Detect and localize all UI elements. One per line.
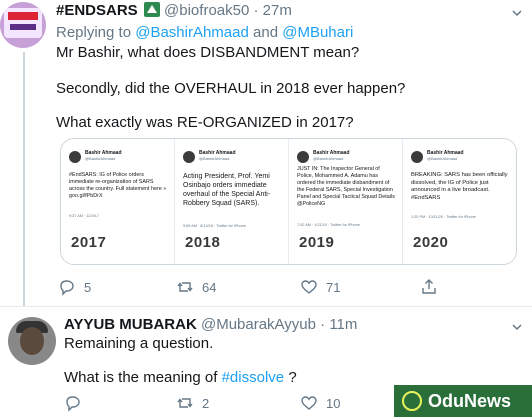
mention-link[interactable]: @BashirAhmaad	[135, 24, 249, 41]
card-meta: 1:20 PM · 10/11/20 · Twitter for iPhone	[411, 215, 476, 219]
card-body: JUST IN: The Inspector General of Police…	[297, 166, 395, 207]
heart-icon	[301, 280, 317, 294]
card-handle: @BashirAhmaad	[85, 156, 116, 161]
hashtag-link[interactable]: #dissolve	[222, 369, 285, 386]
tweet-text-line: What exactly was RE-ORGANIZED in 2017?	[56, 114, 354, 131]
tweet-text-line: Mr Bashir, what does DISBANDMENT mean?	[56, 44, 360, 61]
reply-context: Replying to @BashirAhmaad and @MBuhari	[56, 24, 353, 41]
screenshot-card-2019[interactable]: Bashir Ahmaad @BashirAhmaad JUST IN: The…	[289, 139, 402, 264]
card-handle: @BashirAhmaad	[199, 156, 230, 161]
year-label: 2018	[185, 234, 221, 251]
like-count: 10	[326, 395, 341, 411]
share-button[interactable]	[420, 278, 438, 296]
retweet-button[interactable]: 64	[176, 278, 216, 296]
reply-button[interactable]	[64, 394, 82, 412]
tweet-text-line: Remaining a question.	[64, 335, 214, 352]
avatar-detail	[8, 12, 38, 20]
year-label: 2020	[413, 234, 449, 251]
screenshot-card-2020[interactable]: Bashir Ahmaad @BashirAhmaad BREAKING: SA…	[403, 139, 516, 264]
retweet-count: 2	[202, 395, 210, 411]
avatar	[183, 151, 195, 163]
retweet-icon	[177, 282, 193, 292]
card-body: Acting President, Prof. Yemi Osinbajo or…	[183, 173, 271, 207]
card-meta: 9:37 AM · 12/4/17	[69, 214, 99, 218]
card-body: #EndSARS: IG of Police orders immediate …	[69, 172, 167, 199]
logo-icon	[402, 391, 422, 411]
reply-icon	[66, 396, 80, 412]
avatar-detail	[10, 24, 36, 30]
reply-button[interactable]: 5	[58, 278, 91, 296]
reply-prefix: Replying to	[56, 24, 132, 41]
screenshot-card-2017[interactable]: Bashir Ahmaad @BashirAhmaad #EndSARS: IG…	[61, 139, 174, 264]
retweet-count: 64	[202, 279, 217, 295]
like-count: 71	[326, 279, 341, 295]
card-meta: 7:52 AM · 1/21/19 · Twitter for iPhone	[297, 223, 360, 227]
avatar[interactable]	[0, 2, 46, 48]
text-fragment: What is the meaning of	[64, 369, 218, 386]
avatar	[297, 151, 309, 163]
watermark-text: OduNews	[428, 390, 512, 411]
thread-line	[23, 52, 25, 307]
tweet-header: #ENDSARS @biofroak50 · 27m	[56, 2, 292, 19]
retweet-icon	[177, 398, 193, 408]
tweet-header: AYYUB MUBARAK @MubarakAyyub · 11m	[64, 316, 357, 333]
handle[interactable]: @biofroak50	[164, 2, 249, 19]
mention-link[interactable]: @MBuhari	[282, 24, 353, 41]
handle[interactable]: @MubarakAyyub	[201, 316, 316, 333]
reply-count: 5	[84, 279, 92, 295]
tweet-text-line: What is the meaning of #dissolve ?	[64, 369, 297, 386]
avatar	[69, 151, 81, 163]
image-collage[interactable]: Bashir Ahmaad @BashirAhmaad #EndSARS: IG…	[60, 138, 517, 265]
card-body: BREAKING: SARS has been officially disso…	[411, 172, 508, 201]
avatar[interactable]	[8, 317, 56, 365]
heart-icon	[301, 396, 317, 410]
chevron-down-icon[interactable]	[512, 322, 522, 332]
screenshot-card-2018[interactable]: Bashir Ahmaad @BashirAhmaad Acting Presi…	[175, 139, 288, 264]
card-meta: 9:59 AM · 8/14/18 · Twitter for iPhone	[183, 224, 246, 228]
display-name[interactable]: #ENDSARS	[56, 2, 138, 19]
chevron-down-icon[interactable]	[512, 8, 522, 18]
text-fragment: ?	[288, 369, 297, 386]
retweet-button[interactable]: 2	[176, 394, 209, 412]
share-icon	[422, 279, 436, 294]
timestamp[interactable]: · 27m	[253, 2, 291, 19]
tweet-text-line: Secondly, did the OVERHAUL in 2018 ever …	[56, 80, 406, 97]
reply-and: and	[253, 24, 279, 41]
reply-icon	[60, 280, 74, 296]
avatar-image	[20, 327, 44, 355]
watermark-logo: OduNews	[394, 385, 532, 417]
tweet-endsars[interactable]: #ENDSARS @biofroak50 · 27m Replying to @…	[0, 0, 532, 307]
like-button[interactable]: 71	[300, 278, 340, 296]
year-label: 2017	[71, 234, 107, 251]
emoji-badge-icon	[143, 2, 160, 17]
card-handle: @BashirAhmaad	[427, 156, 458, 161]
year-label: 2019	[299, 234, 335, 251]
card-handle: @BashirAhmaad	[313, 156, 344, 161]
like-button[interactable]: 10	[300, 394, 340, 412]
avatar	[411, 151, 423, 163]
timestamp[interactable]: · 11m	[320, 316, 357, 333]
display-name[interactable]: AYYUB MUBARAK	[64, 316, 197, 333]
